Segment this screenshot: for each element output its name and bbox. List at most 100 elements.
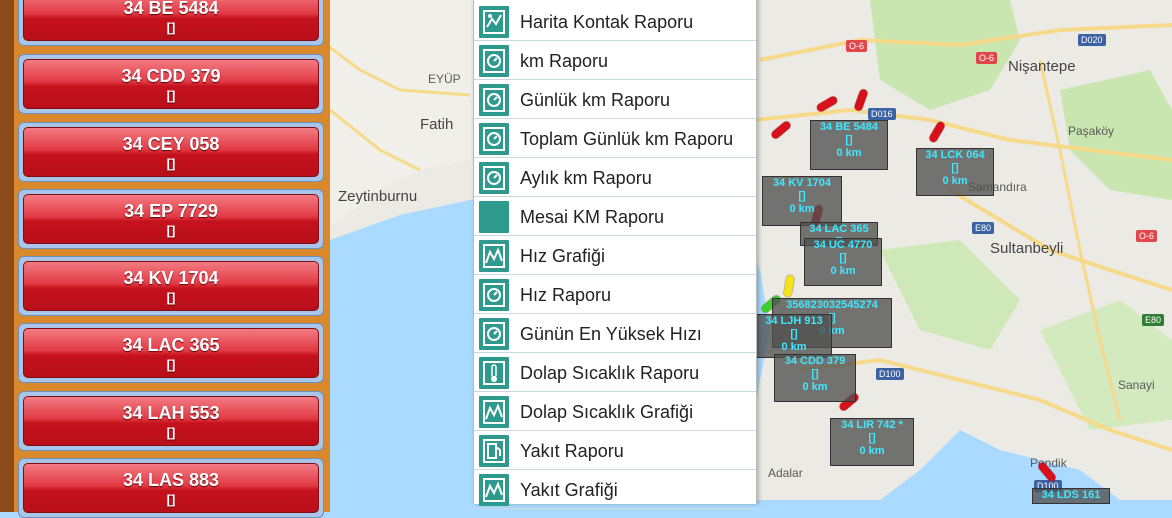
vehicle-sub: []	[166, 156, 176, 171]
map-vehicle-marker[interactable]: 34 UC 4770 [] 0 km	[804, 238, 882, 286]
map-vehicle-marker[interactable]: 34 BE 5484 [] 0 km	[810, 120, 888, 170]
vehicle-button[interactable]: 34 CEY 058 []	[23, 127, 319, 177]
menu-item-dolap-sicaklik-grafigi[interactable]: Dolap Sıcaklık Grafiği	[474, 393, 756, 431]
map-report-icon	[479, 6, 509, 38]
map-vehicle-marker[interactable]: 34 CDD 379 [] 0 km	[774, 354, 856, 402]
menu-item-label: Dolap Sıcaklık Raporu	[520, 363, 700, 383]
vehicle-list-panel: 34 BE 5484 [] 34 CDD 379 [] 34 CEY 058 […	[0, 0, 330, 518]
vehicle-list-item[interactable]: 34 CEY 058 []	[18, 122, 324, 182]
line-chart-icon	[479, 240, 509, 272]
marker-sub: []	[951, 162, 959, 174]
map-vehicle-marker[interactable]: 34 KV 1704 [] 0 km	[762, 176, 842, 226]
marker-plate: 34 UC 4770	[813, 239, 873, 251]
map-vehicle-marker[interactable]: 34 LDS 161	[1032, 488, 1110, 504]
vehicle-plate: 34 CEY 058	[122, 134, 220, 154]
map-place-label: Paşaköy	[1068, 124, 1115, 138]
blank-icon	[479, 201, 509, 233]
marker-km: 0 km	[942, 175, 968, 187]
menu-item-label: Hız Grafiği	[520, 246, 606, 266]
marker-plate: 34 LIR 742 *	[841, 419, 903, 431]
vehicle-plate: 34 LAH 553	[122, 403, 220, 423]
menu-item-gunluk-km-raporu[interactable]: Günlük km Raporu	[474, 81, 756, 119]
line-chart-icon	[479, 474, 509, 506]
road-shield: D016	[868, 108, 896, 120]
road-shield: O-6	[1136, 230, 1158, 242]
gauge-icon	[479, 45, 509, 77]
road-shield: O-6	[846, 40, 868, 52]
marker-sub: []	[868, 432, 876, 444]
vehicle-plate: 34 EP 7729	[124, 201, 218, 221]
vehicle-button[interactable]: 34 CDD 379 []	[23, 59, 319, 109]
road-shield: E80	[1142, 314, 1165, 326]
vehicle-button[interactable]: 34 BE 5484 []	[23, 0, 319, 41]
menu-item-dolap-sicaklik-raporu[interactable]: Dolap Sıcaklık Raporu	[474, 354, 756, 392]
menu-item-km-raporu[interactable]: km Raporu	[474, 42, 756, 80]
vehicle-list-item[interactable]: 34 LAS 883 []	[18, 458, 324, 518]
menu-item-yakit-grafigi[interactable]: Yakıt Grafiği	[474, 471, 756, 509]
map-place-label: Fatih	[420, 116, 454, 133]
gauge-icon	[479, 84, 509, 116]
marker-plate: 34 LCK 064	[925, 149, 985, 161]
menu-item-label: Yakıt Raporu	[520, 441, 624, 461]
vehicle-button[interactable]: 34 KV 1704 []	[23, 261, 319, 311]
panel-side-strip	[0, 0, 14, 512]
vehicle-list-item[interactable]: 34 EP 7729 []	[18, 189, 324, 249]
marker-km: 0 km	[830, 265, 856, 277]
vehicle-button[interactable]: 34 LAS 883 []	[23, 463, 319, 513]
road-shield: D020	[1078, 34, 1106, 46]
menu-item-label: Hız Raporu	[520, 285, 612, 305]
vehicle-button[interactable]: 34 LAH 553 []	[23, 396, 319, 446]
gauge-icon	[479, 162, 509, 194]
gauge-icon	[479, 123, 509, 155]
menu-item-aylik-km-raporu[interactable]: Aylık km Raporu	[474, 159, 756, 197]
road-shield: O-6	[976, 52, 998, 64]
map-place-label: Sultanbeyli	[990, 240, 1064, 257]
menu-item-label: Mesai KM Raporu	[520, 207, 665, 227]
marker-km: 0 km	[802, 381, 828, 393]
vehicle-list-item[interactable]: 34 CDD 379 []	[18, 54, 324, 114]
map-vehicle-marker[interactable]: 34 LIR 742 * [] 0 km	[830, 418, 914, 466]
vehicle-list-item[interactable]: 34 LAC 365 []	[18, 323, 324, 383]
line-chart-icon	[479, 396, 509, 428]
marker-plate: 34 LJH 913	[765, 315, 823, 327]
marker-sub: []	[798, 190, 806, 202]
menu-item-label: Aylık km Raporu	[520, 168, 652, 188]
map-place-label: Nişantepe	[1008, 58, 1076, 75]
vehicle-plate: 34 CDD 379	[121, 66, 221, 86]
menu-item-hiz-raporu[interactable]: Hız Raporu	[474, 276, 756, 314]
vehicle-list-item[interactable]: 34 BE 5484 []	[18, 0, 324, 46]
menu-item-label: Yakıt Grafiği	[520, 480, 618, 500]
menu-item-toplam-gunluk-km-raporu[interactable]: Toplam Günlük km Raporu	[474, 120, 756, 158]
vehicle-sub: []	[166, 20, 176, 35]
menu-item-label: Dolap Sıcaklık Grafiği	[520, 402, 694, 422]
menu-item-harita-kontak-raporu[interactable]: Harita Kontak Raporu	[474, 3, 756, 41]
marker-plate: 34 CDD 379	[784, 355, 846, 367]
menu-item-yakit-raporu[interactable]: Yakıt Raporu	[474, 432, 756, 470]
map-vehicle-marker[interactable]: 34 LJH 913 [] 0 km	[756, 314, 832, 358]
marker-plate: 356823032545274	[786, 299, 878, 311]
map-place-label: Adalar	[768, 466, 803, 480]
marker-sub: []	[811, 368, 819, 380]
menu-item-hiz-grafigi[interactable]: Hız Grafiği	[474, 237, 756, 275]
vehicle-sub: []	[166, 88, 176, 103]
menu-item-label: Günün En Yüksek Hızı	[520, 324, 702, 344]
marker-sub: []	[839, 252, 847, 264]
menu-item-label: km Raporu	[520, 51, 609, 71]
vehicle-list-item[interactable]: 34 KV 1704 []	[18, 256, 324, 316]
menu-item-gunun-en-yuksek-hizi[interactable]: Günün En Yüksek Hızı	[474, 315, 756, 353]
vehicle-plate: 34 LAC 365	[122, 335, 220, 355]
road-shield: E80	[972, 222, 995, 234]
marker-plate: 34 KV 1704	[772, 177, 832, 189]
vehicle-plate: 34 KV 1704	[123, 268, 219, 288]
menu-item-mesai-km-raporu[interactable]: Mesai KM Raporu	[474, 198, 756, 236]
marker-km: 0 km	[859, 445, 885, 457]
map-vehicle-marker[interactable]: 34 LCK 064 [] 0 km	[916, 148, 994, 196]
vehicle-list-item[interactable]: 34 LAH 553 []	[18, 391, 324, 451]
map-place-label: EYÜP	[428, 72, 461, 86]
vehicle-button[interactable]: 34 LAC 365 []	[23, 328, 319, 378]
marker-sub: []	[790, 328, 798, 340]
vehicle-button[interactable]: 34 EP 7729 []	[23, 194, 319, 244]
marker-km: 0 km	[781, 341, 807, 353]
menu-item-label: Günlük km Raporu	[520, 90, 671, 110]
menu-item-label: Toplam Günlük km Raporu	[520, 129, 734, 149]
